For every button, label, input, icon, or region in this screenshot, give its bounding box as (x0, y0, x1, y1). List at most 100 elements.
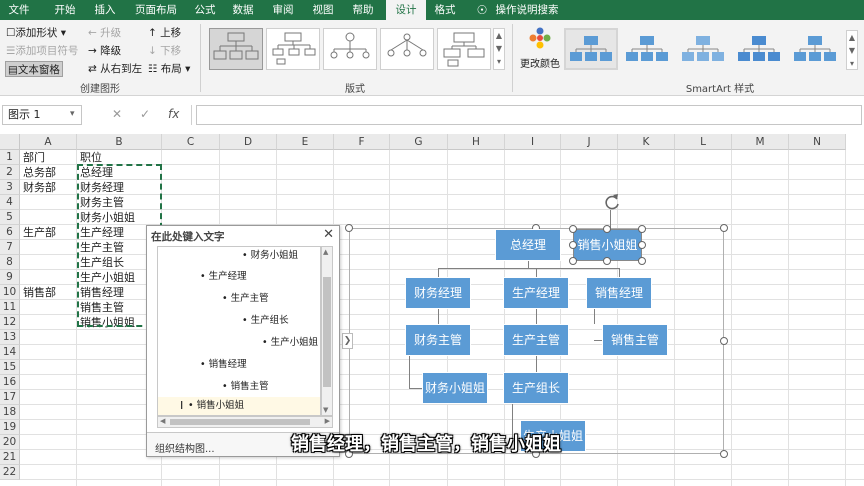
column-header[interactable]: F (334, 134, 390, 150)
cell-department[interactable] (20, 315, 23, 330)
style-thumb-1[interactable] (564, 28, 618, 70)
row-header[interactable]: 20 (0, 435, 20, 450)
function-icon[interactable]: fx (168, 107, 179, 121)
style-thumb-2[interactable] (622, 30, 672, 68)
column-header[interactable]: C (162, 134, 220, 150)
tell-me-search[interactable]: 操作说明搜索 (494, 0, 560, 20)
hscroll-thumb[interactable] (170, 419, 310, 425)
layout-thumb-5[interactable] (437, 28, 491, 70)
layout-thumb-3[interactable] (323, 28, 377, 70)
tab-design[interactable]: 设计 (386, 0, 426, 20)
add-shape-button[interactable]: ☐添加形状 ▾ (6, 25, 66, 41)
text-pane-item[interactable]: • 生产小姐姐 (262, 334, 318, 348)
row-header[interactable]: 11 (0, 300, 20, 315)
text-pane-scrollbar[interactable]: ▲ ▼ (321, 246, 333, 416)
column-header[interactable]: G (390, 134, 448, 150)
frame-resize-handle[interactable] (720, 224, 728, 232)
scroll-down-icon[interactable]: ▼ (323, 406, 328, 414)
change-colors-button[interactable]: 更改颜色 (520, 26, 560, 78)
right-to-left-button[interactable]: ⇄ 从右到左 (88, 61, 142, 77)
text-pane-list[interactable]: • 财务小姐姐 • 生产经理 • 生产主管 • 生产组长 • 生产小姐姐 • 销售经理 • … (157, 246, 321, 416)
text-pane-item[interactable]: • 销售主管 (222, 378, 269, 392)
row-header[interactable]: 6 (0, 225, 20, 240)
row-header[interactable]: 15 (0, 360, 20, 375)
cell-department[interactable]: 财务部 (20, 180, 56, 195)
style-thumb-3[interactable] (678, 30, 728, 68)
row-header[interactable]: 9 (0, 270, 20, 285)
frame-resize-handle[interactable] (720, 337, 728, 345)
move-up-button[interactable]: ↑ 上移 (148, 25, 181, 41)
layout-thumb-4[interactable] (380, 28, 434, 70)
tab-review[interactable]: 审阅 (268, 0, 298, 20)
scroll-thumb[interactable] (323, 277, 331, 387)
row-header[interactable]: 10 (0, 285, 20, 300)
row-header[interactable]: 19 (0, 420, 20, 435)
tab-file[interactable]: 文件 (4, 0, 34, 20)
cell-department[interactable]: 销售部 (20, 285, 56, 300)
column-header[interactable]: D (220, 134, 277, 150)
style-thumb-4[interactable] (734, 30, 784, 68)
layout-button[interactable]: ☷ 布局 ▾ (148, 61, 190, 77)
select-all-corner[interactable] (0, 134, 20, 150)
cell-department[interactable] (20, 300, 23, 315)
text-pane-toggle[interactable]: ❯ (342, 333, 353, 349)
frame-resize-handle[interactable] (345, 224, 353, 232)
org-node[interactable]: 销售经理 (586, 277, 652, 309)
cell-department[interactable] (20, 210, 23, 225)
column-header[interactable]: E (277, 134, 334, 150)
column-header[interactable]: K (618, 134, 675, 150)
org-node[interactable]: 生产主管 (503, 324, 569, 356)
text-pane-item[interactable]: • 财务小姐姐 (242, 247, 298, 261)
tab-data[interactable]: 数据 (228, 0, 258, 20)
scroll-left-icon[interactable]: ◀ (160, 417, 165, 425)
org-node[interactable]: 销售主管 (602, 324, 668, 356)
rotate-icon[interactable] (602, 192, 622, 212)
tab-help[interactable]: 帮助 (348, 0, 378, 20)
layouts-scroll[interactable]: ▲ ▼ ▾ (493, 28, 505, 70)
node-resize-handle[interactable] (638, 257, 646, 265)
cell-department[interactable] (20, 255, 23, 270)
row-header[interactable]: 14 (0, 345, 20, 360)
tab-insert[interactable]: 插入 (90, 0, 120, 20)
text-pane-item[interactable]: • 销售小姐姐 I I (158, 397, 320, 415)
formula-input[interactable] (196, 105, 862, 125)
frame-resize-handle[interactable] (720, 450, 728, 458)
scroll-right-icon[interactable]: ▶ (325, 417, 330, 425)
move-down-button[interactable]: ↓ 下移 (148, 43, 181, 59)
org-node[interactable]: 财务小姐姐 (422, 372, 488, 404)
scroll-up-icon[interactable]: ▲ (323, 248, 328, 256)
layout-thumb-1[interactable] (209, 28, 263, 70)
column-header[interactable]: N (789, 134, 846, 150)
node-resize-handle[interactable] (638, 241, 646, 249)
row-header[interactable]: 13 (0, 330, 20, 345)
tab-view[interactable]: 视图 (308, 0, 338, 20)
node-resize-handle[interactable] (569, 257, 577, 265)
node-resize-handle[interactable] (569, 225, 577, 233)
confirm-icon[interactable]: ✓ (140, 107, 150, 121)
column-header[interactable]: L (675, 134, 732, 150)
tab-formulas[interactable]: 公式 (190, 0, 220, 20)
row-header[interactable]: 22 (0, 465, 20, 480)
tab-format[interactable]: 格式 (430, 0, 460, 20)
org-node[interactable]: 总经理 (495, 229, 561, 261)
org-node[interactable]: 生产组长 (503, 372, 569, 404)
cell-position[interactable]: 职位 (77, 150, 102, 165)
text-pane-button[interactable]: ▤文本窗格 (5, 61, 63, 77)
row-header[interactable]: 12 (0, 315, 20, 330)
cell-department[interactable]: 总务部 (20, 165, 56, 180)
styles-scroll[interactable]: ▲ ▼ ▾ (846, 30, 858, 70)
demote-button[interactable]: → 降级 (88, 43, 121, 59)
column-header[interactable]: M (732, 134, 789, 150)
style-thumb-5[interactable] (790, 30, 840, 68)
row-header[interactable]: 5 (0, 210, 20, 225)
cell-department[interactable] (20, 240, 23, 255)
text-pane-item[interactable]: • 生产主管 (222, 290, 269, 304)
row-header[interactable]: 8 (0, 255, 20, 270)
cell-department[interactable]: 生产部 (20, 225, 56, 240)
close-icon[interactable]: ✕ (323, 227, 334, 242)
node-resize-handle[interactable] (638, 225, 646, 233)
column-header[interactable]: A (20, 134, 77, 150)
row-header[interactable]: 4 (0, 195, 20, 210)
column-header[interactable]: J (561, 134, 618, 150)
row-header[interactable]: 18 (0, 405, 20, 420)
